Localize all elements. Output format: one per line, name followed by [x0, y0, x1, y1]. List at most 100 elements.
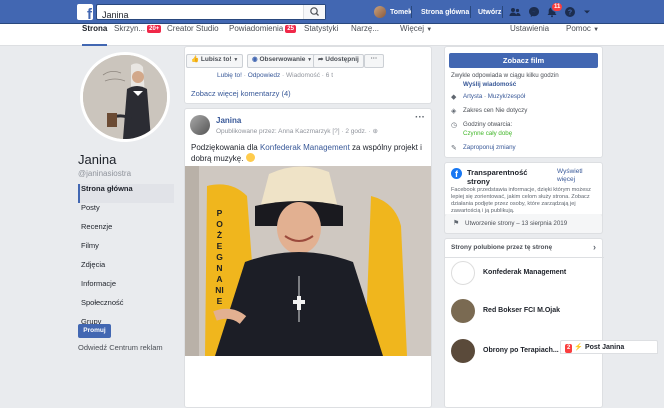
divider [445, 257, 604, 258]
promote-button[interactable]: Promuj [78, 324, 111, 338]
post-author-avatar[interactable] [190, 115, 210, 135]
tab-inbox[interactable]: Skrzyn... 20+ [114, 24, 162, 46]
messenger-icon: ⚡ [574, 344, 584, 351]
follow-button[interactable]: ◉ Obserwowanie ▼ [247, 54, 318, 68]
tag-icon: ◆ [451, 94, 457, 101]
chevron-down-icon: ▼ [233, 57, 239, 63]
left-nav: Strona główna Posty Recenzje Filmy Zdjęc… [78, 184, 174, 336]
rss-icon: ◉ [252, 56, 258, 63]
notifications-badge: 11 [551, 2, 564, 12]
chat-tab[interactable]: 2 ⚡ Post Janina [560, 340, 658, 354]
flag-icon: ⚑ [453, 220, 460, 227]
more-comments-link[interactable]: Zobacz więcej komentarzy (4) [191, 89, 291, 98]
share-button[interactable]: ➦ Udostępnij [313, 54, 364, 68]
facebook-logo-icon: f [451, 168, 462, 179]
tab-more[interactable]: Więcej ▼ [400, 24, 432, 46]
facebook-logo-icon[interactable]: f [77, 4, 93, 20]
messenger-icon[interactable] [528, 6, 540, 18]
price-tag-icon: ◈ [451, 108, 457, 115]
left-nav-posts[interactable]: Posty [78, 203, 174, 222]
post-text: Podziękowania dla Konfederak Management … [191, 143, 422, 163]
left-nav-about[interactable]: Informacje [78, 279, 174, 298]
category-row: ◆ Artysta · Muzyk/zespół [451, 93, 526, 101]
tab-creator-studio[interactable]: Creator Studio [167, 24, 219, 46]
left-nav-photos[interactable]: Zdjęcia [78, 260, 174, 279]
pencil-icon: ✎ [451, 145, 457, 152]
transparency-text: Facebook przedstawia informacje, dzięki … [451, 187, 591, 214]
page-title: Janina [78, 152, 117, 167]
chat-badge: 2 [565, 344, 573, 353]
send-message-link[interactable]: Wyślij wiadomość [463, 81, 516, 88]
suggest-edits-link[interactable]: ✎ Zaproponuj zmiany [451, 144, 516, 153]
create-link[interactable]: Utwórz [478, 0, 501, 24]
search-input[interactable] [97, 8, 297, 22]
globe-icon: ⊕ [372, 128, 378, 135]
page-info-card: Zobacz film Zwykle odpowiada w ciągu kil… [444, 46, 603, 158]
post-card: Janina Opublikowane przez: Anna Kaczmarz… [184, 108, 432, 408]
page-nav-bar: Strona Skrzyn... 20+ Creator Studio Powia… [0, 24, 664, 46]
left-nav-reviews[interactable]: Recenzje [78, 222, 174, 241]
chevron-right-icon[interactable]: › [593, 242, 596, 252]
more-actions-button[interactable]: ··· [364, 54, 384, 68]
tab-statistics[interactable]: Statystyki [304, 24, 338, 46]
post-author-name[interactable]: Janina [216, 116, 241, 125]
profile-link[interactable]: Tomek [374, 0, 412, 24]
liked-page-avatar [451, 261, 475, 285]
page-handle[interactable]: @janinasiostra [78, 169, 131, 178]
account-menu-icon[interactable] [581, 6, 593, 18]
search-icon [310, 7, 319, 16]
left-nav-videos[interactable]: Filmy [78, 241, 174, 260]
avatar [374, 6, 386, 18]
action-card: 👍 Lubisz to! ▼ ◉ Obserwowanie ▼ ➦ Udostę… [184, 46, 432, 104]
left-nav-community[interactable]: Społeczność [78, 298, 174, 317]
opening-hours-row: ◷ Godziny otwarcia: [451, 121, 513, 129]
see-more-link[interactable]: Wyświetl więcej [557, 168, 597, 184]
profile-picture[interactable] [80, 52, 170, 142]
tab-notifications[interactable]: Powiadomienia 25 [229, 24, 296, 46]
comment-like-link[interactable]: Lubię to! [217, 72, 242, 79]
thumbs-up-icon: 👍 [191, 56, 200, 63]
like-page-button[interactable]: 👍 Lubisz to! ▼ [186, 54, 244, 68]
clock-icon: ◷ [451, 122, 458, 129]
comment-reply-link[interactable]: Odpowiedz [248, 72, 281, 79]
settings-link[interactable]: Ustawienia [510, 24, 549, 46]
home-link[interactable]: Strona główna [421, 0, 469, 24]
search-box[interactable] [96, 4, 326, 22]
comment-time: 6 t [325, 72, 334, 79]
tab-page[interactable]: Strona [82, 24, 108, 46]
liked-page-avatar [451, 339, 475, 363]
left-nav-home[interactable]: Strona główna [78, 184, 174, 203]
top-bar: f Tomek Strona główna Utwórz 11 ? [0, 0, 664, 24]
comment-actions: Lubię to! · Odpowiedz · Wiadomość · 6 t [217, 72, 334, 79]
post-mention-link[interactable]: Konfederak Management [260, 143, 350, 152]
svg-text:?: ? [568, 10, 572, 17]
post-meta: Opublikowane przez: Anna Kaczmarzyk [?] … [216, 128, 378, 135]
post-options-icon[interactable]: ··· [415, 112, 425, 123]
friends-icon[interactable] [509, 6, 521, 18]
chevron-down-icon: ▼ [307, 57, 313, 63]
comment-message-link[interactable]: Wiadomość [286, 72, 320, 79]
watch-video-button[interactable]: Zobacz film [449, 53, 598, 68]
post-image[interactable]: POŻEGNANIE [185, 166, 431, 356]
notifications-count-badge: 25 [285, 25, 296, 33]
liked-page-avatar [451, 299, 475, 323]
chevron-down-icon: ▼ [426, 27, 433, 33]
ads-center-link[interactable]: Odwiedź Centrum reklam [78, 343, 163, 352]
transparency-title: Transparentność strony [467, 168, 528, 186]
share-icon: ➦ [318, 56, 324, 63]
response-time: Zwykle odpowiada w ciągu kilku godzin [451, 72, 559, 79]
opening-hours-value: Czynne cały dobę [463, 130, 513, 137]
search-button[interactable] [303, 5, 325, 19]
inbox-badge: 20+ [147, 25, 162, 33]
help-icon[interactable]: ? [564, 6, 576, 18]
smile-emoji-icon [245, 153, 255, 162]
chevron-down-icon: ▼ [593, 27, 600, 33]
tab-tools[interactable]: Narzę... [351, 24, 379, 46]
image-vertical-text: POŻEGNANIE [215, 208, 224, 306]
page-created-row: ⚑ Utworzenie strony – 13 sierpnia 2019 [444, 214, 603, 234]
liked-pages-card: Strony polubione przez tę stronę › Konfe… [444, 238, 604, 408]
user-name: Tomek [390, 8, 413, 16]
price-range-row: ◈ Zakres cen Nie dotyczy [451, 107, 528, 115]
help-link[interactable]: Pomoc ▼ [566, 24, 599, 46]
liked-pages-title[interactable]: Strony polubione przez tę stronę [451, 244, 552, 251]
